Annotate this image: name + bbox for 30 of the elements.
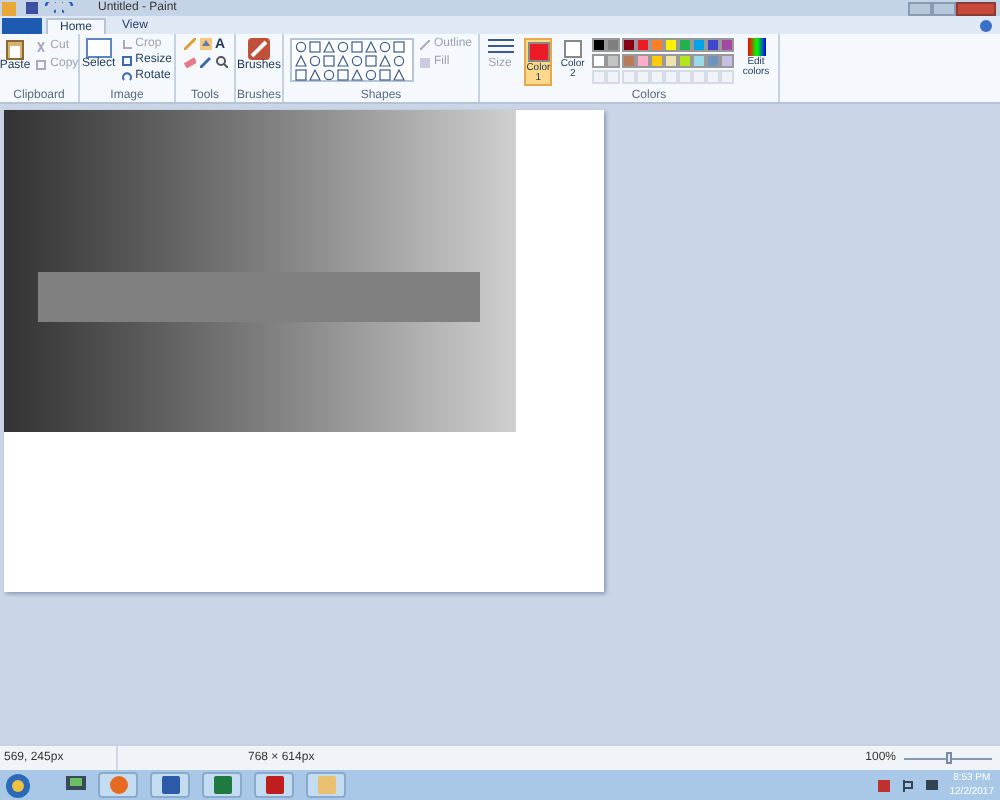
color-swatch[interactable] — [592, 38, 607, 52]
scissors-icon — [36, 41, 47, 51]
color-swatch[interactable] — [592, 54, 607, 68]
color-swatch[interactable] — [621, 54, 636, 68]
magnifier-icon[interactable] — [215, 56, 227, 68]
canvas[interactable] — [4, 110, 604, 592]
eraser-icon[interactable] — [183, 56, 195, 68]
color-swatch[interactable] — [606, 54, 621, 68]
copy-icon — [36, 59, 47, 69]
close-button[interactable] — [956, 1, 996, 15]
color-swatch[interactable] — [606, 38, 621, 52]
zoom-slider-thumb[interactable] — [945, 752, 951, 764]
zoom-slider[interactable] — [904, 752, 992, 764]
resize-icon — [121, 55, 132, 65]
outline-icon — [419, 39, 430, 49]
crop-icon — [121, 39, 132, 49]
line-width-icon — [487, 38, 513, 54]
computer-icon[interactable] — [66, 776, 86, 794]
maximize-button[interactable] — [932, 1, 956, 15]
color-swatch[interactable] — [621, 38, 636, 52]
rainbow-icon — [747, 38, 765, 56]
flag-icon — [901, 779, 914, 791]
color-preview — [563, 40, 582, 58]
pencil-icon[interactable] — [183, 38, 195, 50]
color-preview — [527, 42, 550, 62]
shapes-gallery[interactable] — [289, 38, 414, 82]
color-picker-icon[interactable] — [199, 56, 211, 68]
start-button[interactable] — [6, 773, 30, 797]
rotate-icon — [121, 71, 132, 81]
minimize-button[interactable] — [908, 1, 932, 15]
